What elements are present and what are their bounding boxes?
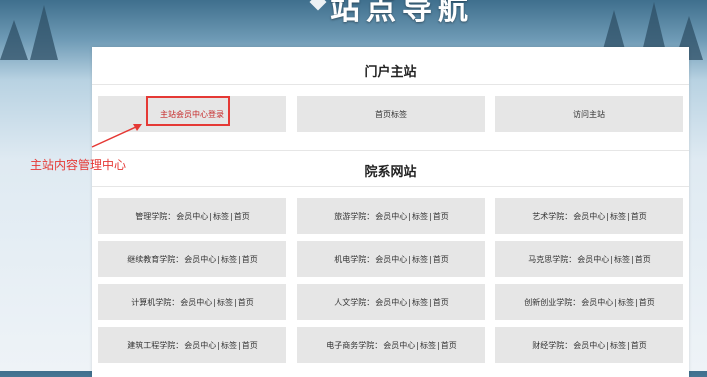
annotation-arrow-icon [91,124,142,148]
annotation-label: 主站内容管理中心 [30,158,127,172]
